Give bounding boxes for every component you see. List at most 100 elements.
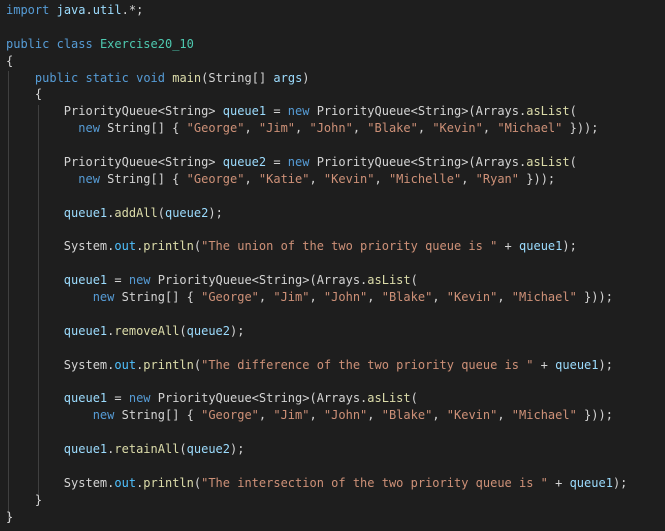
code-line[interactable] — [6, 137, 665, 154]
code-token: "George" — [186, 121, 245, 136]
code-token: (String[] — [201, 70, 274, 85]
code-token: addAll — [114, 205, 158, 220]
code-line[interactable]: queue1 = new PriorityQueue<String>(Array… — [6, 272, 665, 289]
code-token: "Ryan" — [475, 171, 520, 186]
code-token: removeAll — [114, 323, 180, 338]
code-token: String[] { — [99, 171, 187, 186]
code-token: "Michael" — [497, 121, 563, 136]
code-line[interactable]: queue1.removeAll(queue2); — [6, 323, 665, 340]
code-line[interactable] — [6, 424, 665, 441]
code-token: = — [266, 104, 288, 119]
code-token: new — [92, 408, 115, 423]
code-line[interactable]: new String[] { "George", "Jim", "John", … — [6, 289, 665, 306]
code-token: "George" — [201, 408, 259, 423]
code-token: asList — [526, 155, 570, 170]
code-token: new — [78, 121, 100, 136]
code-token: String[] { — [114, 408, 202, 423]
code-token: asList — [526, 104, 570, 119]
code-token: public — [34, 70, 79, 85]
code-line[interactable]: new String[] { "George", "Jim", "John", … — [6, 120, 665, 137]
code-token: , — [482, 121, 498, 136]
code-token: ( — [179, 442, 187, 457]
code-line[interactable]: System.out.println("The difference of th… — [6, 357, 665, 374]
code-token: queue1 — [222, 104, 267, 119]
code-line[interactable] — [6, 222, 665, 239]
code-token: , — [417, 121, 433, 136]
code-token: queue2 — [186, 323, 231, 338]
code-token: = — [266, 155, 288, 170]
code-token: PriorityQueue<String> — [6, 104, 223, 119]
code-token: ); — [208, 205, 223, 220]
code-area[interactable]: import java.util.*; public class Exercise… — [6, 2, 665, 526]
code-token: queue1 — [63, 273, 108, 288]
code-line[interactable] — [6, 19, 665, 36]
code-line[interactable]: System.out.println("The intersection of … — [6, 475, 665, 492]
code-line[interactable]: import java.util.*; — [6, 2, 665, 19]
code-line[interactable]: public static void main(String[] args) — [6, 70, 665, 87]
code-token: System. — [6, 357, 115, 372]
code-token: asList — [367, 391, 411, 406]
code-line[interactable]: System.out.println("The union of the two… — [6, 238, 665, 255]
code-editor[interactable]: import java.util.*; public class Exercise… — [0, 0, 665, 531]
code-token: util — [92, 3, 122, 17]
code-line[interactable] — [6, 255, 665, 272]
code-line[interactable]: PriorityQueue<String> queue2 = new Prior… — [6, 154, 665, 171]
code-token: ); — [598, 357, 613, 372]
code-line[interactable]: public class Exercise20_10 — [6, 36, 665, 53]
code-token: out — [114, 239, 137, 254]
code-line[interactable]: } — [6, 509, 665, 526]
code-token: void — [136, 70, 165, 85]
code-line[interactable] — [6, 458, 665, 475]
code-token: "Michael" — [511, 408, 577, 423]
code-token: ); — [230, 442, 245, 457]
code-line[interactable]: new String[] { "George", "Katie", "Kevin… — [6, 171, 665, 188]
code-line[interactable]: { — [6, 86, 665, 103]
code-token: { — [6, 87, 43, 102]
code-token: public — [6, 36, 50, 51]
code-token: ( — [157, 205, 165, 220]
code-line[interactable]: queue1 = new PriorityQueue<String>(Array… — [6, 390, 665, 407]
code-line[interactable]: queue1.retainAll(queue2); — [6, 441, 665, 458]
code-token: out — [114, 357, 137, 372]
code-token: println — [143, 357, 194, 372]
code-token: queue2 — [164, 205, 209, 220]
code-token: PriorityQueue<String>(Arrays. — [150, 391, 368, 406]
code-line[interactable]: { — [6, 53, 665, 70]
code-token: = — [107, 273, 129, 288]
code-token: PriorityQueue<String> — [6, 155, 223, 170]
code-token: new — [78, 171, 100, 186]
code-token: class — [56, 36, 93, 51]
code-token: Exercise20_10 — [99, 36, 194, 51]
code-line[interactable]: queue1.addAll(queue2); — [6, 205, 665, 222]
code-token: queue2 — [222, 155, 267, 170]
code-token: })); — [576, 290, 613, 305]
code-line[interactable]: PriorityQueue<String> queue1 = new Prior… — [6, 103, 665, 120]
code-token: "John" — [309, 121, 353, 136]
code-token: "Kevin" — [446, 290, 498, 305]
code-token: { — [6, 53, 14, 68]
code-token: , — [244, 171, 259, 186]
code-line[interactable] — [6, 374, 665, 391]
code-token: String[] { — [114, 290, 202, 305]
code-token: "Jim" — [273, 408, 310, 423]
code-line[interactable]: new String[] { "George", "Jim", "John", … — [6, 407, 665, 424]
code-line[interactable] — [6, 188, 665, 205]
code-line[interactable] — [6, 340, 665, 357]
code-token: "George" — [201, 290, 259, 305]
code-token: ); — [562, 239, 577, 254]
code-token: ( — [410, 273, 418, 288]
code-token: "Blake" — [367, 121, 418, 136]
code-line[interactable]: } — [6, 492, 665, 509]
code-line[interactable] — [6, 306, 665, 323]
code-token: "Katie" — [258, 171, 310, 186]
